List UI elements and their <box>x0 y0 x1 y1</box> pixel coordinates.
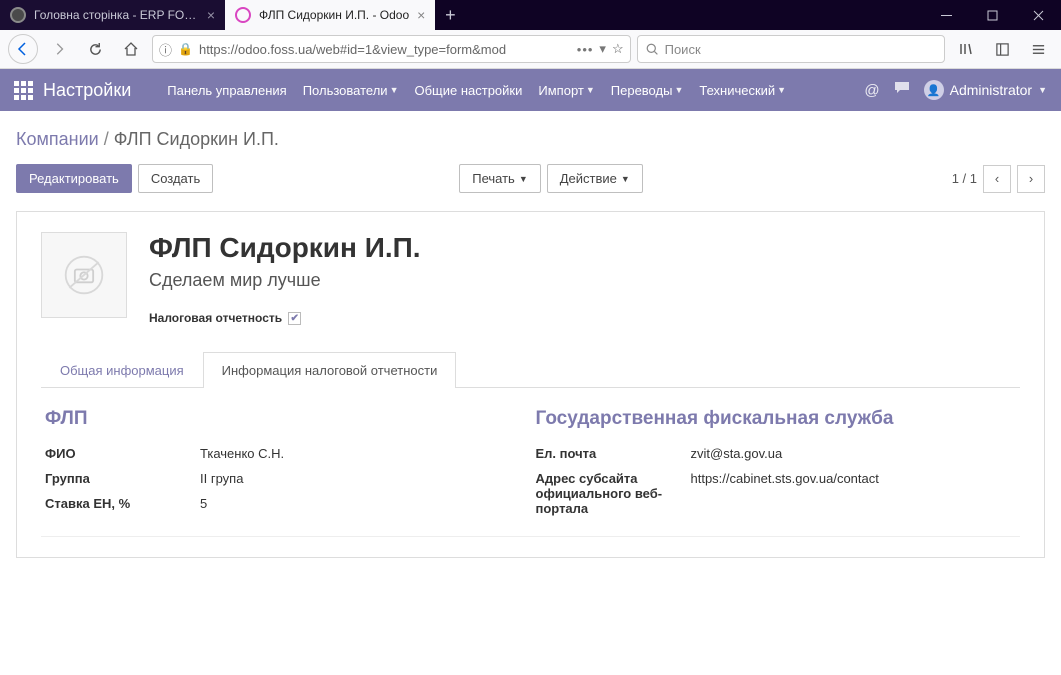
email-value: zvit@sta.gov.ua <box>691 446 783 461</box>
close-icon[interactable]: × <box>207 7 215 23</box>
pager-next[interactable]: › <box>1017 165 1045 193</box>
new-tab-button[interactable]: + <box>435 0 465 30</box>
browser-tab-1[interactable]: ФЛП Сидоркин И.П. - Odoo × <box>225 0 435 30</box>
flp-heading: ФЛП <box>45 408 526 430</box>
user-name: Administrator <box>950 82 1032 98</box>
browser-tab-0[interactable]: Головна сторінка - ERP FOSS × <box>0 0 225 30</box>
rate-label: Ставка ЕН, % <box>45 496 200 511</box>
tax-report-checkbox[interactable]: ✔ <box>288 312 301 325</box>
email-label: Ел. почта <box>536 446 691 461</box>
apps-grid-icon <box>14 81 33 100</box>
menu-users[interactable]: Пользователи▼ <box>297 79 405 102</box>
search-icon <box>646 43 659 56</box>
messages-icon[interactable] <box>894 81 910 99</box>
user-menu[interactable]: 👤 Administrator ▼ <box>924 80 1047 100</box>
caret-down-icon: ▼ <box>1038 85 1047 95</box>
form-sheet: ФЛП Сидоркин И.П. Сделаем мир лучше Нало… <box>16 211 1045 558</box>
pager-prev[interactable]: ‹ <box>983 165 1011 193</box>
back-button[interactable] <box>8 34 38 64</box>
menu-technical[interactable]: Технический▼ <box>693 79 792 102</box>
forward-button[interactable] <box>44 34 74 64</box>
reload-button[interactable] <box>80 34 110 64</box>
record-title: ФЛП Сидоркин И.П. <box>149 232 421 264</box>
breadcrumb-root[interactable]: Компании <box>16 129 99 149</box>
browser-titlebar: Головна сторінка - ERP FOSS × ФЛП Сидорк… <box>0 0 1061 30</box>
bookmark-icon[interactable]: ☆ <box>612 41 624 57</box>
rate-value: 5 <box>200 496 207 511</box>
url-text: https://odoo.foss.ua/web#id=1&view_type=… <box>199 42 571 57</box>
print-button[interactable]: Печать▼ <box>459 164 541 193</box>
page-action-icon[interactable]: ••• <box>577 42 594 57</box>
caret-down-icon: ▼ <box>674 85 683 95</box>
edit-button[interactable]: Редактировать <box>16 164 132 193</box>
caret-down-icon: ▼ <box>390 85 399 95</box>
info-icon[interactable]: ⓘ <box>159 40 172 59</box>
tab-label: ФЛП Сидоркин И.П. - Odoo <box>259 8 409 22</box>
app-navbar: Настройки Панель управления Пользователи… <box>0 69 1061 111</box>
fio-label: ФИО <box>45 446 200 461</box>
search-placeholder: Поиск <box>665 42 701 57</box>
favicon-icon <box>235 7 251 23</box>
menu-translations[interactable]: Переводы▼ <box>605 79 690 102</box>
app-title: Настройки <box>43 80 131 101</box>
browser-toolbar: ⓘ 🔒 https://odoo.foss.ua/web#id=1&view_t… <box>0 30 1061 69</box>
caret-down-icon: ▼ <box>586 85 595 95</box>
camera-icon <box>62 253 106 297</box>
close-window-button[interactable] <box>1015 0 1061 30</box>
record-tagline: Сделаем мир лучше <box>149 270 421 291</box>
search-bar[interactable]: Поиск <box>637 35 945 63</box>
group-value: II група <box>200 471 243 486</box>
fio-value: Ткаченко С.Н. <box>200 446 284 461</box>
menu-import[interactable]: Импорт▼ <box>532 79 600 102</box>
portal-value: https://cabinet.sts.gov.ua/contact <box>691 471 879 516</box>
pager: 1 / 1 ‹ › <box>952 165 1045 193</box>
maximize-button[interactable] <box>969 0 1015 30</box>
close-icon[interactable]: × <box>417 7 425 23</box>
lock-icon: 🔒 <box>178 42 193 56</box>
menu-icon[interactable] <box>1023 34 1053 64</box>
url-bar[interactable]: ⓘ 🔒 https://odoo.foss.ua/web#id=1&view_t… <box>152 35 631 63</box>
home-button[interactable] <box>116 34 146 64</box>
reader-icon[interactable]: ▾ <box>599 41 606 57</box>
mentions-icon[interactable]: @ <box>864 82 879 99</box>
menu-dashboard[interactable]: Панель управления <box>161 79 292 102</box>
breadcrumb: Компании / ФЛП Сидоркин И.П. <box>16 129 1045 150</box>
breadcrumb-current: ФЛП Сидоркин И.П. <box>114 129 279 149</box>
tax-report-label: Налоговая отчетность <box>149 311 282 325</box>
window-buttons <box>923 0 1061 30</box>
menu-general[interactable]: Общие настройки <box>408 79 528 102</box>
caret-down-icon: ▼ <box>777 85 786 95</box>
tab-label: Головна сторінка - ERP FOSS <box>34 8 199 22</box>
tab-tax-info[interactable]: Информация налоговой отчетности <box>203 352 457 388</box>
gfs-heading: Государственная фискальная служба <box>536 408 1017 430</box>
minimize-button[interactable] <box>923 0 969 30</box>
sidebar-icon[interactable] <box>987 34 1017 64</box>
image-placeholder[interactable] <box>41 232 127 318</box>
top-menu: Панель управления Пользователи▼ Общие на… <box>161 79 792 102</box>
favicon-icon <box>10 7 26 23</box>
tab-general[interactable]: Общая информация <box>41 352 203 388</box>
group-label: Группа <box>45 471 200 486</box>
apps-menu[interactable]: Настройки <box>14 80 143 101</box>
action-button[interactable]: Действие▼ <box>547 164 643 193</box>
library-icon[interactable] <box>951 34 981 64</box>
portal-label: Адрес субсайта официального веб-портала <box>536 471 691 516</box>
avatar-icon: 👤 <box>924 80 944 100</box>
create-button[interactable]: Создать <box>138 164 213 193</box>
form-tabs: Общая информация Информация налоговой от… <box>41 351 1020 388</box>
